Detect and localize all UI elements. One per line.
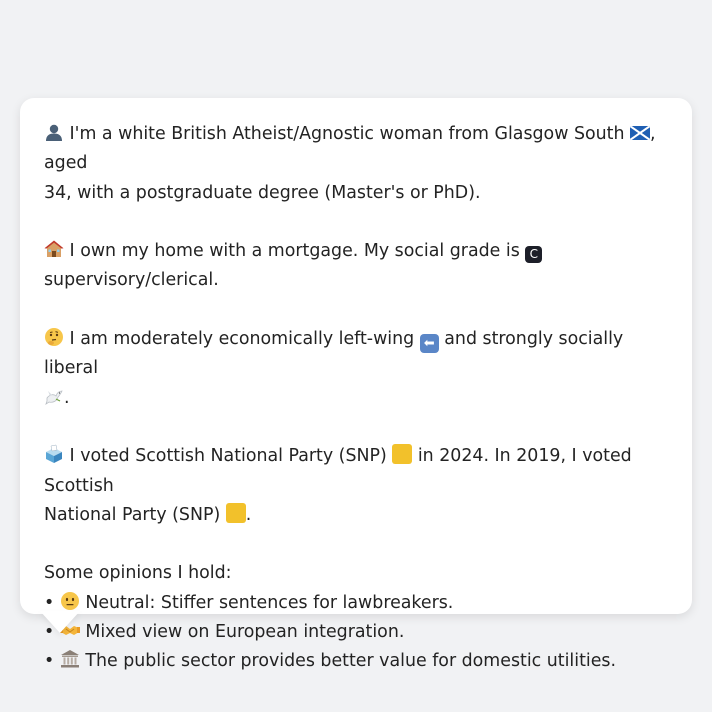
opinion-text: The public sector provides better value … (85, 651, 617, 672)
voting-text: I voted Scottish National Party (SNP) (69, 446, 387, 467)
home-line-1: I own my home with a mortgage. My social… (44, 237, 672, 266)
opinion-item: • Neutral: Stiffer sentences for lawbrea… (44, 589, 672, 618)
house-icon (44, 240, 64, 258)
voting-paragraph: I voted Scottish National Party (SNP) in… (44, 442, 672, 530)
home-text: I own my home with a mortgage. My social… (69, 241, 520, 262)
politics-paragraph: I am moderately economically left-wing ⬅… (44, 325, 672, 413)
opinion-text: Neutral: Stiffer sentences for lawbreake… (85, 592, 454, 613)
social-grade-badge: C (525, 246, 543, 264)
identity-text: I'm a white British Atheist/Agnostic wom… (69, 124, 625, 144)
politics-period: . (64, 387, 70, 408)
politics-text: I am moderately economically left-wing (69, 329, 415, 350)
left-arrow-icon: ⬅ (419, 334, 439, 354)
ballot-box-icon (46, 444, 62, 464)
profile-message-bubble: I'm a white British Atheist/Agnostic wom… (20, 98, 692, 671)
bubble-tail (40, 611, 80, 633)
dove-icon (45, 390, 63, 405)
opinion-item: • The public sector provides better valu… (44, 647, 672, 676)
identity-line-2: 34, with a postgraduate degree (Master's… (44, 182, 481, 203)
neutral-face-icon (60, 591, 79, 610)
politics-line-2: . (44, 384, 672, 413)
voting-line-2: National Party (SNP) . (44, 501, 672, 530)
identity-paragraph: I'm a white British Atheist/Agnostic wom… (44, 120, 672, 208)
home-line-2: supervisory/clerical. (44, 270, 219, 291)
bullet: • (44, 592, 55, 613)
thinking-face-icon (45, 328, 63, 347)
voting-text-3: National Party (SNP) (44, 504, 221, 525)
snp-color-square-icon (392, 444, 413, 465)
opinion-text: Mixed view on European integration. (85, 622, 405, 643)
voting-line-1: I voted Scottish National Party (SNP) in… (44, 442, 672, 501)
home-paragraph: I own my home with a mortgage. My social… (44, 237, 672, 296)
scotland-flag-icon (630, 126, 651, 140)
bullet: • (44, 651, 55, 672)
politics-line-1: I am moderately economically left-wing ⬅… (44, 325, 672, 384)
opinions-heading: Some opinions I hold: (44, 563, 232, 584)
person-silhouette-icon (44, 122, 64, 142)
voting-period: . (245, 504, 252, 525)
opinions-paragraph: Some opinions I hold: • Neutral: Stiffer… (44, 559, 672, 676)
classical-building-icon (60, 650, 79, 668)
opinion-item: • Mixed view on European integration. (44, 618, 672, 647)
snp-color-square-icon (225, 502, 246, 523)
identity-line-1: I'm a white British Atheist/Agnostic wom… (44, 120, 672, 179)
